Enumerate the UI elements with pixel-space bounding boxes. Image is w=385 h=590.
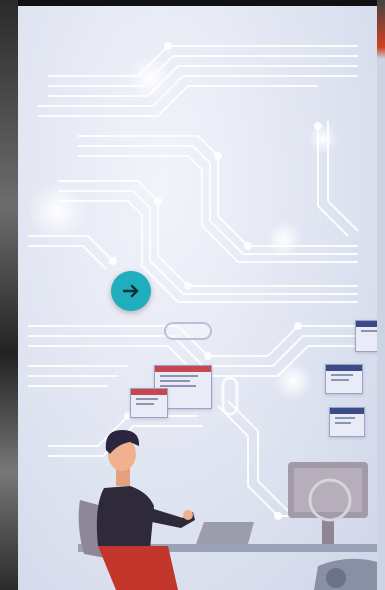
person-at-desk-illustration [78,430,377,590]
video-frame[interactable] [18,6,377,590]
adjacent-video-frame [0,0,18,590]
adjacent-panel-edge [377,0,385,590]
laptop-icon [196,522,254,544]
